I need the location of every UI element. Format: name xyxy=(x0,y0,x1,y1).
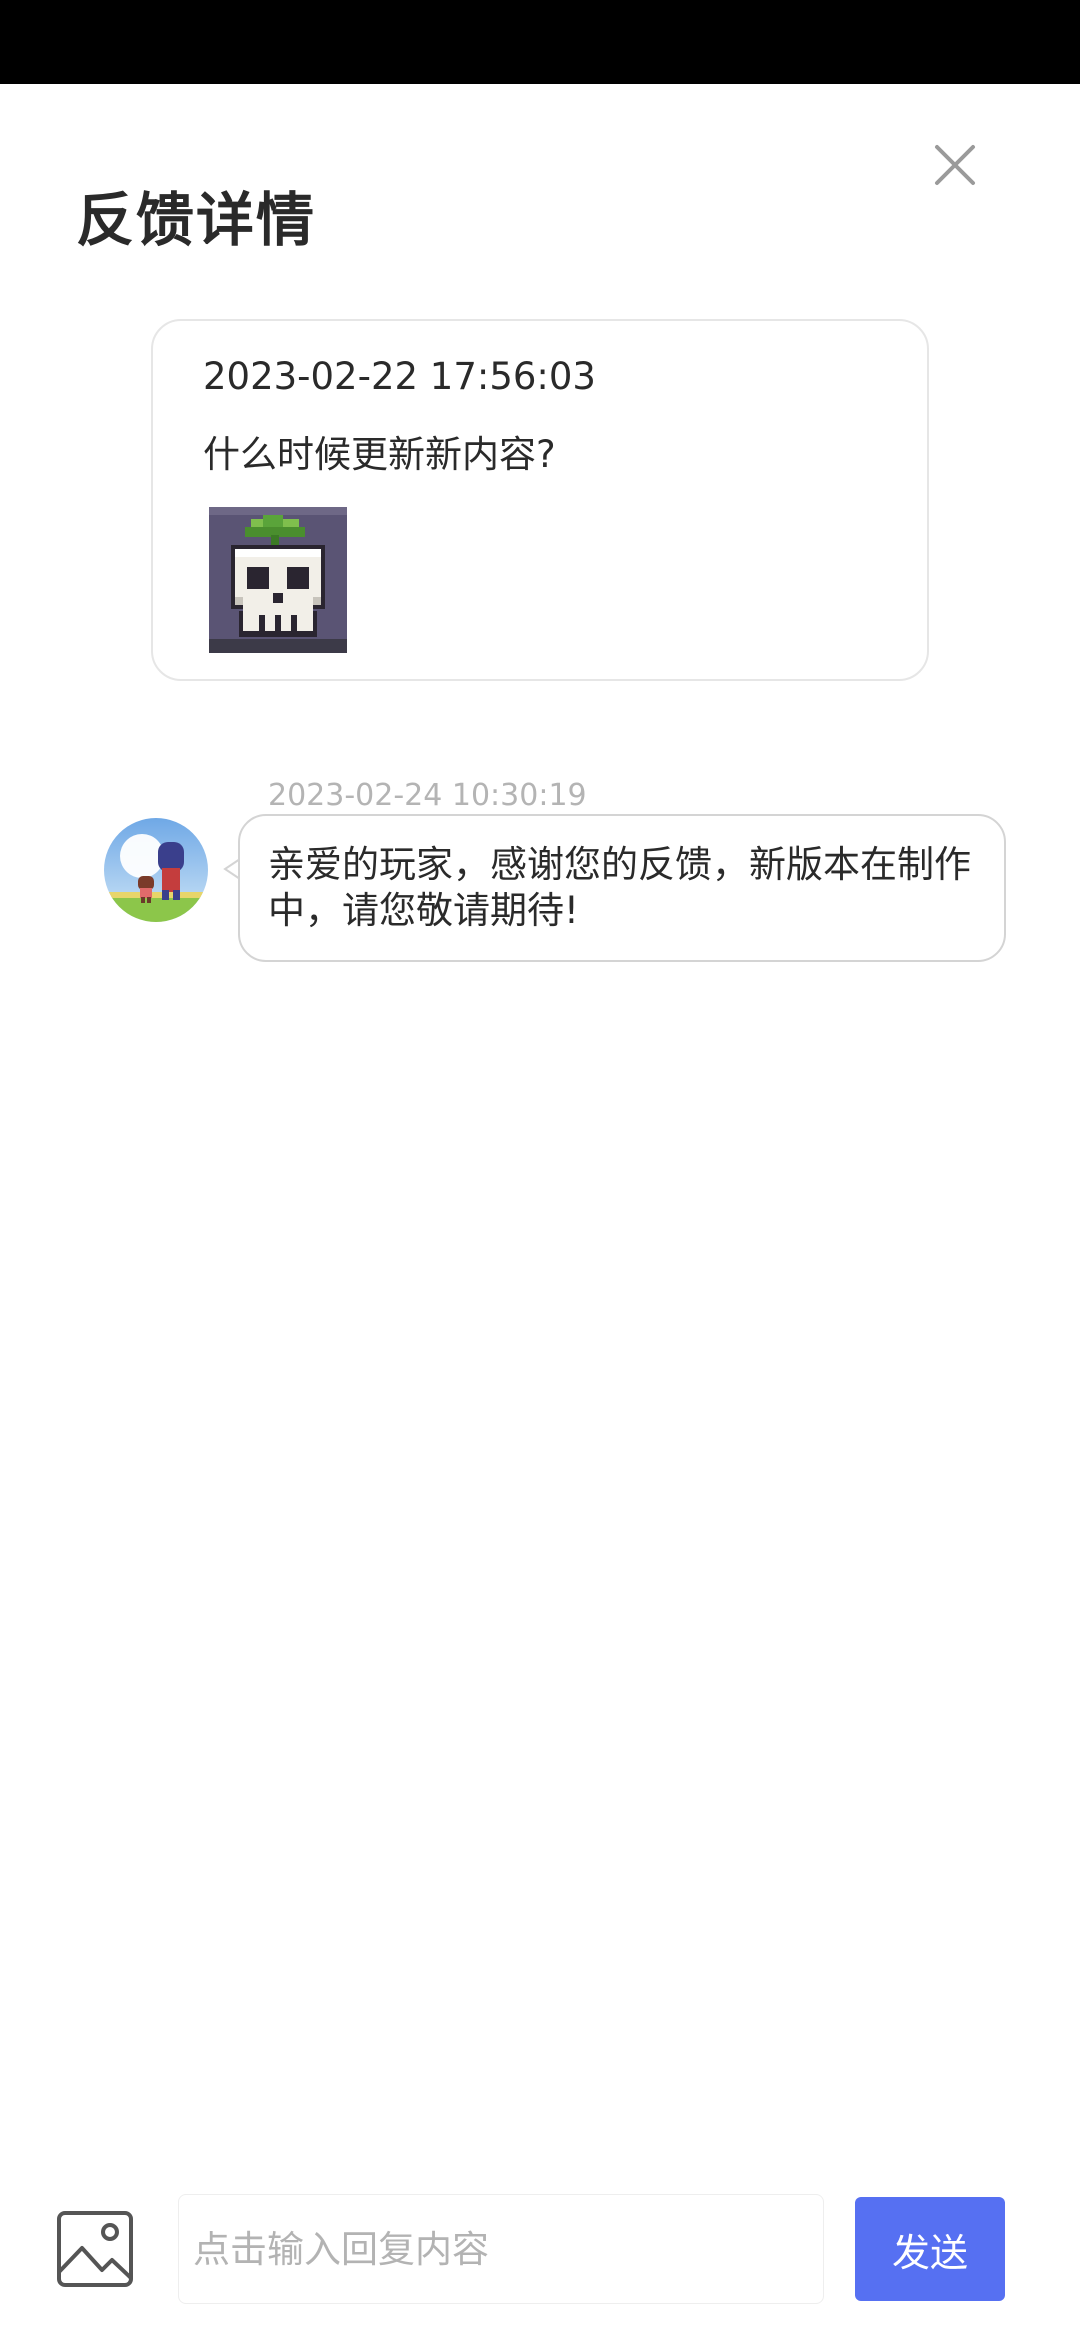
avatar xyxy=(104,818,208,922)
reply-input[interactable] xyxy=(178,2194,824,2304)
reply-message: 亲爱的玩家，感谢您的反馈，新版本在制作中，请您敬请期待! xyxy=(238,814,1006,962)
skull-sprite-image xyxy=(209,507,347,653)
feedback-card: 2023-02-22 17:56:03 什么时候更新新内容? xyxy=(151,319,929,681)
developer-avatar xyxy=(104,818,208,922)
page-title: 反馈详情 xyxy=(76,186,317,254)
reply-timestamp: 2023-02-24 10:30:19 xyxy=(268,778,587,813)
close-icon xyxy=(935,145,975,185)
image-icon xyxy=(57,2211,133,2287)
feedback-attachment-image[interactable] xyxy=(209,507,347,653)
feedback-text: 什么时候更新新内容? xyxy=(203,433,556,476)
add-image-button[interactable] xyxy=(56,2210,134,2288)
status-bar xyxy=(0,0,1080,84)
send-button[interactable]: 发送 xyxy=(855,2197,1005,2301)
close-button[interactable] xyxy=(924,134,986,196)
feedback-timestamp: 2023-02-22 17:56:03 xyxy=(203,355,596,398)
reply-composer: 发送 xyxy=(0,2180,1080,2340)
